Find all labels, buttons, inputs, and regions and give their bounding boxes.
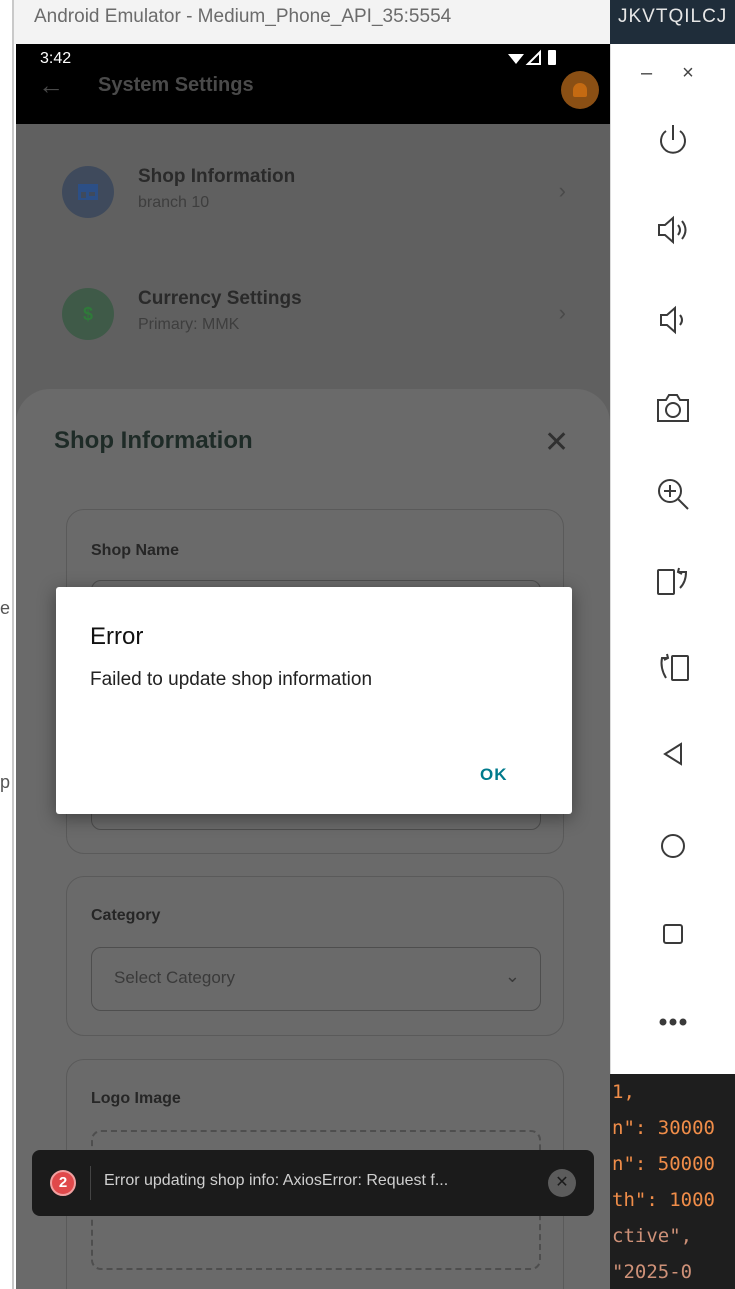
settings-card-currency[interactable]: $ Currency Settings Primary: MMK › — [42, 266, 590, 362]
background-window-title: JKVTQILCJ — [610, 0, 735, 44]
code-line: ctive", — [612, 1225, 693, 1247]
code-line: 1, — [612, 1081, 635, 1103]
edge-text: p — [0, 772, 11, 792]
toast-message: Error updating shop info: AxiosError: Re… — [104, 1172, 449, 1189]
status-time: 3:42 — [40, 50, 72, 67]
close-icon[interactable]: ✕ — [544, 425, 569, 460]
error-toast[interactable]: 2 Error updating shop info: AxiosError: … — [32, 1150, 594, 1216]
ok-button[interactable]: OK — [480, 765, 508, 785]
card-subtitle: Primary: MMK — [138, 316, 240, 333]
minimize-button[interactable]: – — [641, 62, 652, 84]
window-controls: – × — [641, 62, 724, 85]
category-label: Category — [91, 907, 161, 924]
back-arrow-icon[interactable]: ← — [38, 70, 64, 101]
status-bar: 3:42 ← System Settings — [16, 44, 610, 124]
card-title: Currency Settings — [138, 288, 302, 309]
zoom-in-icon[interactable] — [643, 464, 703, 524]
rotate-right-icon[interactable] — [643, 638, 703, 698]
settings-card-shop-information[interactable]: Shop Information branch 10 › — [42, 144, 590, 240]
shop-name-label: Shop Name — [91, 542, 180, 559]
store-icon — [62, 166, 114, 218]
close-button[interactable]: × — [682, 62, 694, 84]
power-icon[interactable] — [643, 110, 703, 170]
notification-bell-icon[interactable] — [561, 71, 599, 109]
emulator-toolbar: – × — [610, 44, 735, 1074]
home-icon[interactable] — [643, 816, 703, 876]
appbar-title: System Settings — [98, 74, 254, 96]
category-select[interactable]: Select Category ⌄ — [91, 947, 541, 1011]
volume-up-icon[interactable] — [643, 200, 703, 260]
dollar-icon: $ — [62, 288, 114, 340]
edge-text: e — [0, 598, 11, 618]
card-subtitle: branch 10 — [138, 194, 210, 211]
phone-screen: 3:42 ← System Settings Shop Information … — [16, 44, 610, 1289]
more-icon[interactable] — [643, 992, 703, 1052]
code-line: n": 50000 — [612, 1153, 715, 1175]
status-icons — [506, 48, 566, 75]
dialog-title: Error — [90, 623, 144, 650]
code-line: th": 1000 — [612, 1189, 715, 1211]
left-window-frame: e p — [0, 0, 14, 1289]
error-count-badge: 2 — [50, 1170, 76, 1196]
toast-divider — [90, 1166, 91, 1200]
dialog-message: Failed to update shop information — [90, 669, 373, 690]
chevron-right-icon: › — [558, 178, 566, 203]
code-line: n": 30000 — [612, 1117, 715, 1139]
overview-icon[interactable] — [643, 904, 703, 964]
code-line: "2025-0 — [612, 1261, 693, 1283]
toast-close-icon[interactable]: ✕ — [548, 1169, 576, 1197]
rotate-left-icon[interactable] — [643, 552, 703, 612]
back-icon[interactable] — [643, 724, 703, 784]
volume-down-icon[interactable] — [643, 290, 703, 350]
category-card: Category Select Category ⌄ — [66, 876, 564, 1036]
logo-image-label: Logo Image — [91, 1090, 181, 1107]
sheet-title: Shop Information — [54, 427, 253, 454]
wifi-signal-battery-icon — [508, 49, 556, 65]
error-dialog: Error Failed to update shop information … — [56, 587, 572, 814]
emulator-window-title: Android Emulator - Medium_Phone_API_35:5… — [0, 0, 610, 44]
camera-icon[interactable] — [643, 378, 703, 438]
card-title: Shop Information — [138, 166, 296, 187]
chevron-right-icon: › — [558, 300, 566, 325]
category-placeholder: Select Category — [114, 968, 235, 987]
chevron-down-icon: ⌄ — [504, 966, 520, 986]
code-editor-fragment: 1, n": 30000 n": 50000 th": 1000 ctive",… — [610, 1074, 735, 1289]
